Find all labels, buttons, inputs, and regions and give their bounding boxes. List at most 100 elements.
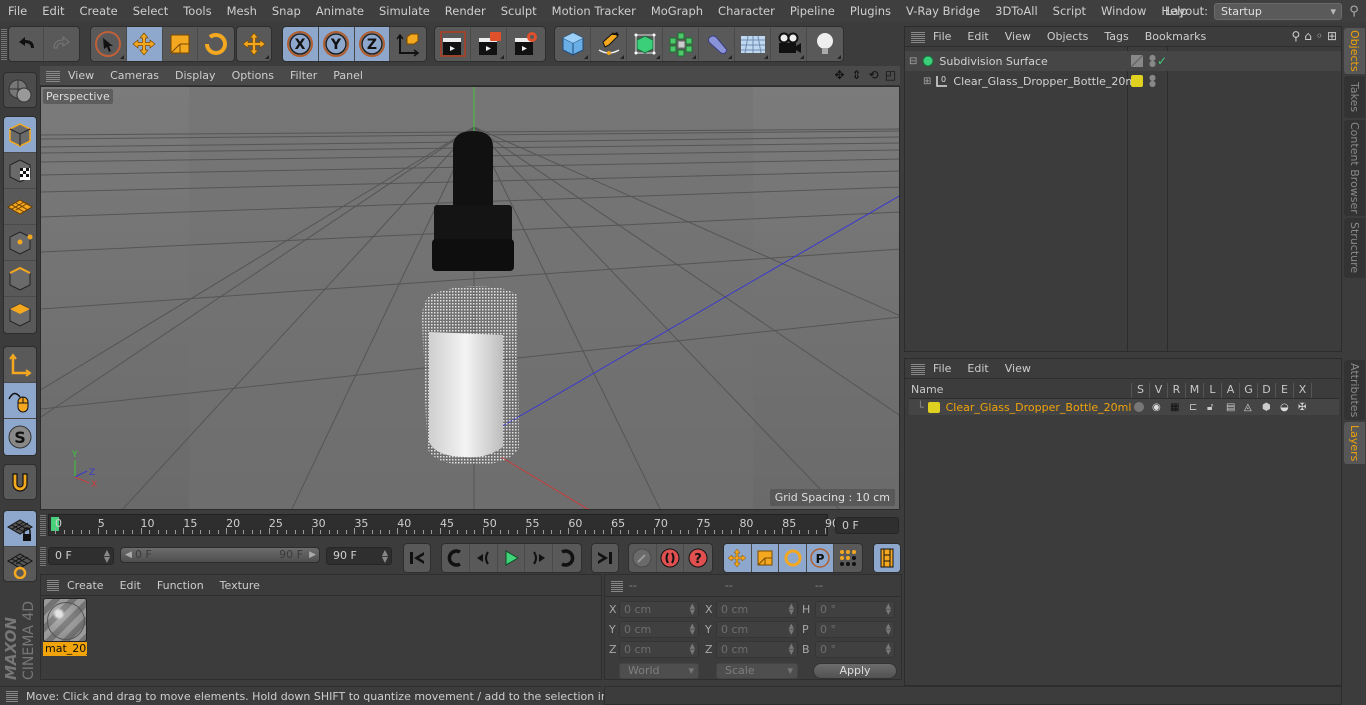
y-axis-button[interactable]: Y xyxy=(318,27,355,61)
search-icon[interactable]: ⚲ xyxy=(1342,4,1366,19)
panel-grip[interactable] xyxy=(47,579,59,591)
manager-hierarchy-icon[interactable]: ⊏ xyxy=(1189,402,1197,413)
deformer-icon[interactable]: ⬢ xyxy=(1262,402,1271,413)
make-editable-button[interactable] xyxy=(4,73,36,107)
key-position-button[interactable] xyxy=(724,544,752,572)
object-menu-edit[interactable]: Edit xyxy=(959,30,996,43)
pen-tool-button[interactable] xyxy=(591,27,627,61)
tab-content-browser[interactable]: Content Browser xyxy=(1344,120,1365,216)
zoom-icon[interactable]: ⇕ xyxy=(849,68,864,83)
panel-grip[interactable] xyxy=(611,580,623,592)
spinner-icon[interactable]: ▲ ▼ xyxy=(886,623,891,636)
object-row[interactable]: ⊞ 0 Clear_Glass_Dropper_Bottle_20ml ● ● xyxy=(905,71,1341,91)
panel-grip[interactable] xyxy=(6,691,18,702)
spinner-icon[interactable]: ▲ ▼ xyxy=(789,603,794,616)
xref-icon[interactable]: ✠ xyxy=(1298,402,1306,413)
end-frame-field[interactable]: 90 F ▲ ▼ xyxy=(326,547,392,565)
menu-plugins[interactable]: Plugins xyxy=(842,4,898,18)
timeline-ruler[interactable]: 0 5 10 15 20 25 30 35 40 45 50 55 60 65 70 75 80 85 90 xyxy=(48,514,839,536)
range-right-arrow-icon[interactable]: ▶ xyxy=(309,548,316,562)
tab-layers[interactable]: Layers xyxy=(1344,422,1365,464)
rot-b-field[interactable]: 0 ° ▲ ▼ xyxy=(815,641,895,658)
menu-render[interactable]: Render xyxy=(437,4,493,18)
spinner-icon[interactable]: ▲ ▼ xyxy=(690,643,695,656)
column-solo[interactable]: S xyxy=(1131,383,1149,398)
texture-mode-button[interactable] xyxy=(4,153,36,189)
coordinate-type-dropdown[interactable]: Scale xyxy=(716,663,798,679)
menu-select[interactable]: Select xyxy=(125,4,175,18)
goto-end-button[interactable] xyxy=(592,544,618,572)
layer-menu-view[interactable]: View xyxy=(997,362,1039,375)
viewport-menu-display[interactable]: Display xyxy=(167,69,224,82)
search-icon[interactable]: ⚲ xyxy=(1291,29,1300,43)
maximize-view-icon[interactable]: ◰ xyxy=(883,68,898,83)
key-rotation-button[interactable] xyxy=(779,544,807,572)
object-menu-tags[interactable]: Tags xyxy=(1096,30,1136,43)
autokey-button[interactable]: ? xyxy=(684,544,712,572)
column-xrefs[interactable]: X xyxy=(1293,383,1311,398)
undo-button[interactable] xyxy=(9,27,45,61)
spinner-icon[interactable]: ▲ ▼ xyxy=(886,603,891,616)
render-clapboard-icon[interactable]: ▦ xyxy=(1170,402,1179,413)
menu-motion-tracker[interactable]: Motion Tracker xyxy=(544,4,643,18)
key-parameter-button[interactable]: P xyxy=(806,544,835,572)
key-pla-button[interactable] xyxy=(834,544,862,572)
spinner-icon[interactable]: ▲ ▼ xyxy=(690,603,695,616)
rotate-tool-button[interactable] xyxy=(198,27,234,61)
pos-x-field[interactable]: 0 cm ▲ ▼ xyxy=(619,601,699,618)
next-key-button[interactable] xyxy=(553,544,581,572)
column-expressions[interactable]: E xyxy=(1275,383,1293,398)
motion-path-button[interactable] xyxy=(629,544,657,572)
panel-grip[interactable] xyxy=(911,362,925,375)
menu-tools[interactable]: Tools xyxy=(175,4,218,18)
scale-tool-button[interactable] xyxy=(163,27,199,61)
edge-mode-button[interactable] xyxy=(4,261,36,297)
bend-deformer-button[interactable] xyxy=(699,27,735,61)
spinner-icon[interactable]: ▲ ▼ xyxy=(382,549,388,564)
enabled-check-icon[interactable]: ✓ xyxy=(1157,54,1167,68)
view-eye-icon[interactable]: ◉ xyxy=(1152,402,1161,413)
camera-label[interactable]: Perspective xyxy=(43,89,113,104)
object-menu-file[interactable]: File xyxy=(925,30,959,43)
enable-axis-button[interactable] xyxy=(4,347,36,383)
panel-grip[interactable] xyxy=(46,69,60,82)
live-selection-button[interactable] xyxy=(91,27,127,61)
cube-button[interactable] xyxy=(555,27,591,61)
polygon-mode-button[interactable] xyxy=(4,297,36,333)
visibility-dots-icon[interactable]: ● ● xyxy=(1149,54,1156,68)
snap-button[interactable]: S xyxy=(4,419,36,455)
generator-icon[interactable]: ◬ xyxy=(1244,402,1252,413)
start-frame-field[interactable]: 0 F ▲ ▼ xyxy=(48,547,114,565)
layer-color-icon[interactable] xyxy=(1131,75,1143,87)
light-button[interactable] xyxy=(807,27,843,61)
subdivision-surface-button[interactable] xyxy=(627,27,663,61)
viewport-menu-filter[interactable]: Filter xyxy=(282,69,325,82)
prev-key-button[interactable] xyxy=(442,544,470,572)
pos-z-field[interactable]: 0 cm ▲ ▼ xyxy=(619,641,699,658)
column-name[interactable]: Name xyxy=(909,383,1131,398)
viewport-menu-cameras[interactable]: Cameras xyxy=(102,69,167,82)
panel-grip[interactable] xyxy=(911,30,925,43)
eye-icon[interactable]: ◦ xyxy=(1316,29,1323,43)
viewport-menu-panel[interactable]: Panel xyxy=(325,69,371,82)
redo-button[interactable] xyxy=(44,27,79,61)
current-frame-field[interactable]: 0 F xyxy=(835,517,899,534)
pan-icon[interactable]: ✥ xyxy=(832,68,847,83)
visibility-dots-icon[interactable]: ● ● xyxy=(1149,74,1156,88)
x-axis-button[interactable]: X xyxy=(283,27,319,61)
menu-simulate[interactable]: Simulate xyxy=(371,4,437,18)
material-menu-edit[interactable]: Edit xyxy=(112,579,149,592)
object-row[interactable]: ⊟ Subdivision Surface ● ● ✓ xyxy=(905,51,1341,71)
layout-dropdown[interactable]: Startup xyxy=(1214,2,1342,20)
frame-range-slider[interactable]: ◀ 0 F 90 F ▶ xyxy=(120,547,320,563)
menu-mesh[interactable]: Mesh xyxy=(219,4,264,18)
spinner-icon[interactable]: ▲ ▼ xyxy=(886,643,891,656)
editor-visibility-icon[interactable] xyxy=(1131,55,1143,67)
size-x-field[interactable]: 0 cm ▲ ▼ xyxy=(716,601,798,618)
orbit-icon[interactable]: ⟲ xyxy=(866,68,881,83)
coordinate-mode-dropdown[interactable]: World xyxy=(619,663,699,679)
z-axis-button[interactable]: Z xyxy=(354,27,391,61)
column-deformers[interactable]: D xyxy=(1257,383,1275,398)
size-y-field[interactable]: 0 cm ▲ ▼ xyxy=(716,621,798,638)
spinner-icon[interactable]: ▲ ▼ xyxy=(104,549,110,564)
